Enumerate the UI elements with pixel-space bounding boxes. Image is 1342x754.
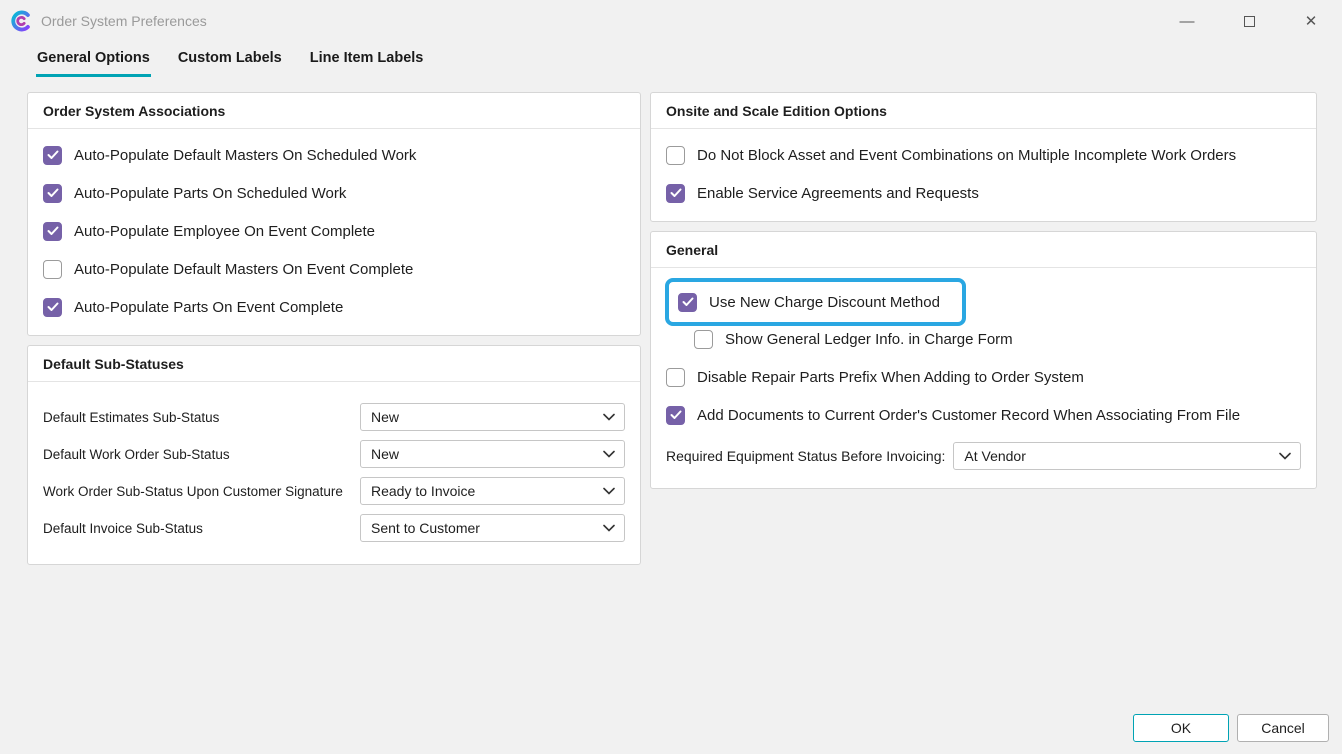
group-title: Default Sub-Statuses: [28, 346, 640, 382]
field-label: Default Work Order Sub-Status: [43, 447, 230, 462]
group-title: Onsite and Scale Edition Options: [651, 93, 1316, 129]
footer-actions: OK Cancel: [1133, 714, 1329, 742]
field-label: Work Order Sub-Status Upon Customer Sign…: [43, 484, 343, 499]
minimize-icon: —: [1180, 13, 1195, 30]
app-logo-icon: [10, 10, 32, 32]
equipment-status-row: Required Equipment Status Before Invoici…: [666, 442, 1301, 470]
group-title: General: [651, 232, 1316, 268]
content-area: Order System Associations Auto-Populate …: [0, 77, 1342, 574]
default-estimates-sub-status-select[interactable]: New: [360, 403, 625, 431]
minimize-button[interactable]: —: [1156, 0, 1218, 42]
chevron-down-icon: [603, 413, 615, 421]
select-value: Ready to Invoice: [371, 483, 475, 499]
select-value: At Vendor: [964, 448, 1026, 464]
window-title: Order System Preferences: [41, 13, 207, 29]
checkbox-row: Auto-Populate Parts On Event Complete: [43, 297, 625, 317]
checkbox-use-new-charge-discount-method[interactable]: [678, 293, 697, 312]
checkbox-label: Auto-Populate Employee On Event Complete: [74, 223, 375, 240]
checkbox-label: Auto-Populate Default Masters On Event C…: [74, 261, 413, 278]
checkbox-row: Disable Repair Parts Prefix When Adding …: [666, 367, 1301, 387]
left-column: Order System Associations Auto-Populate …: [27, 92, 641, 574]
select-value: Sent to Customer: [371, 520, 480, 536]
field-label: Default Estimates Sub-Status: [43, 410, 219, 425]
close-button[interactable]: ✕: [1280, 0, 1342, 42]
group-onsite-scale-options: Onsite and Scale Edition Options Do Not …: [650, 92, 1317, 222]
checkbox-label: Auto-Populate Parts On Scheduled Work: [74, 185, 346, 202]
default-work-order-sub-status-select[interactable]: New: [360, 440, 625, 468]
checkbox-auto-populate-default-masters-event-complete[interactable]: [43, 260, 62, 279]
checkbox-label: Use New Charge Discount Method: [709, 294, 940, 311]
field-row: Default Work Order Sub-Status New: [43, 440, 625, 468]
chevron-down-icon: [603, 524, 615, 532]
checkbox-row: Add Documents to Current Order's Custome…: [666, 405, 1301, 425]
checkbox-disable-repair-parts-prefix[interactable]: [666, 368, 685, 387]
equipment-status-label: Required Equipment Status Before Invoici…: [666, 448, 945, 464]
checkbox-label: Auto-Populate Parts On Event Complete: [74, 299, 343, 316]
checkbox-auto-populate-employee-event-complete[interactable]: [43, 222, 62, 241]
checkbox-label: Show General Ledger Info. in Charge Form: [725, 331, 1013, 348]
default-invoice-sub-status-select[interactable]: Sent to Customer: [360, 514, 625, 542]
checkbox-enable-service-agreements[interactable]: [666, 184, 685, 203]
checkbox-label: Add Documents to Current Order's Custome…: [697, 407, 1240, 424]
checkbox-row: Show General Ledger Info. in Charge Form: [694, 329, 1301, 349]
group-general: General Use New Charge Discount Method S…: [650, 231, 1317, 489]
checkbox-row: Auto-Populate Default Masters On Event C…: [43, 259, 625, 279]
group-title: Order System Associations: [28, 93, 640, 129]
chevron-down-icon: [1279, 452, 1291, 460]
required-equipment-status-select[interactable]: At Vendor: [953, 442, 1301, 470]
group-default-sub-statuses: Default Sub-Statuses Default Estimates S…: [27, 345, 641, 565]
ok-button[interactable]: OK: [1133, 714, 1229, 742]
tab-general-options[interactable]: General Options: [36, 44, 151, 77]
window-controls: — ✕: [1156, 0, 1342, 42]
field-row: Default Invoice Sub-Status Sent to Custo…: [43, 514, 625, 542]
checkbox-label: Disable Repair Parts Prefix When Adding …: [697, 369, 1084, 386]
title-bar: Order System Preferences — ✕: [0, 0, 1342, 42]
group-order-system-associations: Order System Associations Auto-Populate …: [27, 92, 641, 336]
field-label: Default Invoice Sub-Status: [43, 521, 203, 536]
checkbox-auto-populate-parts-event-complete[interactable]: [43, 298, 62, 317]
checkbox-row: Do Not Block Asset and Event Combination…: [666, 145, 1301, 165]
maximize-button[interactable]: [1218, 0, 1280, 42]
chevron-down-icon: [603, 450, 615, 458]
maximize-icon: [1244, 16, 1255, 27]
checkbox-label: Enable Service Agreements and Requests: [697, 185, 979, 202]
field-row: Work Order Sub-Status Upon Customer Sign…: [43, 477, 625, 505]
checkbox-row: Enable Service Agreements and Requests: [666, 183, 1301, 203]
checkbox-auto-populate-parts-scheduled[interactable]: [43, 184, 62, 203]
checkbox-auto-populate-default-masters-scheduled[interactable]: [43, 146, 62, 165]
cancel-button[interactable]: Cancel: [1237, 714, 1329, 742]
tab-bar: General Options Custom Labels Line Item …: [0, 42, 1342, 77]
checkbox-label: Do Not Block Asset and Event Combination…: [697, 147, 1236, 164]
checkbox-label: Auto-Populate Default Masters On Schedul…: [74, 147, 416, 164]
select-value: New: [371, 409, 399, 425]
highlight-annotation-box: Use New Charge Discount Method: [665, 278, 966, 326]
work-order-sub-status-upon-signature-select[interactable]: Ready to Invoice: [360, 477, 625, 505]
checkbox-row: Auto-Populate Parts On Scheduled Work: [43, 183, 625, 203]
right-column: Onsite and Scale Edition Options Do Not …: [650, 92, 1317, 498]
tab-custom-labels[interactable]: Custom Labels: [177, 44, 283, 77]
close-icon: ✕: [1305, 12, 1318, 30]
field-row: Default Estimates Sub-Status New: [43, 403, 625, 431]
checkbox-add-documents-to-customer-record[interactable]: [666, 406, 685, 425]
checkbox-do-not-block-asset-event-combinations[interactable]: [666, 146, 685, 165]
checkbox-show-general-ledger-info[interactable]: [694, 330, 713, 349]
checkbox-row: Auto-Populate Default Masters On Schedul…: [43, 145, 625, 165]
checkbox-row: Use New Charge Discount Method: [678, 292, 940, 312]
select-value: New: [371, 446, 399, 462]
tab-line-item-labels[interactable]: Line Item Labels: [309, 44, 425, 77]
checkbox-row: Auto-Populate Employee On Event Complete: [43, 221, 625, 241]
chevron-down-icon: [603, 487, 615, 495]
